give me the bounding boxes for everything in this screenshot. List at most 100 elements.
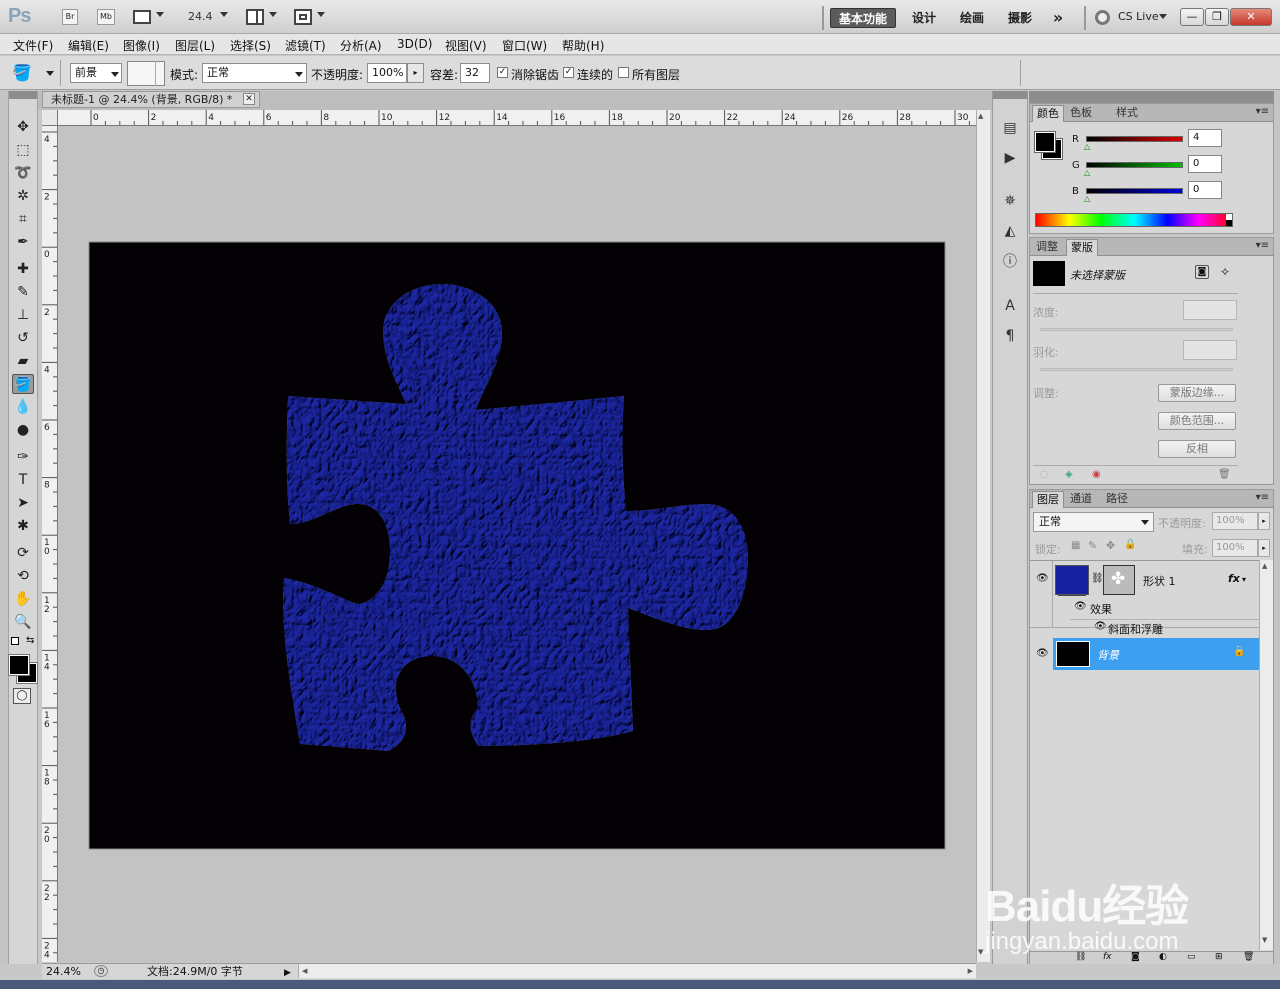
lasso-tool-icon[interactable]: ➰ bbox=[12, 163, 34, 183]
minimize-button[interactable]: — bbox=[1180, 8, 1204, 26]
blue-slider-thumb-icon[interactable]: △ bbox=[1084, 194, 1090, 203]
chevron-down-icon[interactable] bbox=[269, 12, 277, 17]
character-panel-icon[interactable]: A bbox=[1000, 297, 1020, 315]
tab-color[interactable]: 颜色 bbox=[1032, 105, 1064, 122]
disable-mask-icon[interactable]: ◉ bbox=[1092, 469, 1101, 480]
workspace-design-button[interactable]: 设计 bbox=[906, 8, 942, 28]
crop-tool-icon[interactable]: ⌗ bbox=[12, 209, 34, 229]
foreground-color-swatch[interactable] bbox=[8, 654, 30, 676]
scroll-down-arrow-icon[interactable]: ▼ bbox=[978, 948, 983, 956]
layer-opacity-slider-button[interactable]: ▸ bbox=[1258, 512, 1270, 530]
new-layer-icon[interactable]: ⊞ bbox=[1215, 952, 1223, 962]
custom-shape-tool-icon[interactable]: ✱ bbox=[12, 516, 34, 536]
red-slider-thumb-icon[interactable]: △ bbox=[1084, 142, 1090, 151]
chevron-down-icon[interactable] bbox=[46, 71, 54, 76]
vector-mask-icon[interactable]: ✧ bbox=[1220, 265, 1230, 279]
red-value-input[interactable]: 4 bbox=[1188, 129, 1222, 147]
tab-swatches[interactable]: 色板 bbox=[1066, 105, 1096, 122]
actions-panel-icon[interactable]: ▶ bbox=[1000, 149, 1020, 167]
workspace-painting-button[interactable]: 绘画 bbox=[954, 8, 990, 28]
lock-pixels-icon[interactable]: ✎ bbox=[1088, 539, 1097, 552]
dodge-tool-icon[interactable]: ● bbox=[12, 420, 34, 440]
panel-menu-icon[interactable]: ▾≡ bbox=[1256, 106, 1269, 117]
density-input[interactable] bbox=[1183, 300, 1237, 320]
menu-image[interactable]: 图像(I) bbox=[123, 37, 160, 54]
restore-button[interactable]: ❐ bbox=[1205, 8, 1229, 26]
move-tool-icon[interactable]: ✥ bbox=[12, 117, 34, 137]
paint-bucket-tool-icon[interactable]: 🪣 bbox=[12, 374, 34, 394]
layer-fill-slider-button[interactable]: ▸ bbox=[1258, 539, 1270, 557]
layer-fill-input[interactable]: 100% bbox=[1212, 539, 1258, 557]
workspace-photography-button[interactable]: 摄影 bbox=[1002, 8, 1038, 28]
history-brush-tool-icon[interactable]: ↺ bbox=[12, 328, 34, 348]
arrange-documents-icon[interactable] bbox=[246, 9, 264, 25]
view-extras-icon[interactable] bbox=[133, 10, 151, 24]
apply-mask-icon[interactable]: ◈ bbox=[1065, 469, 1073, 480]
chevron-down-icon[interactable] bbox=[317, 12, 325, 17]
cs-live-button[interactable]: CS Live bbox=[1118, 10, 1159, 23]
green-slider-thumb-icon[interactable]: △ bbox=[1084, 168, 1090, 177]
layers-scrollbar[interactable]: ▲ ▼ bbox=[1259, 560, 1273, 950]
green-slider[interactable] bbox=[1086, 162, 1183, 168]
eye-visibility-icon[interactable]: 👁 bbox=[1036, 648, 1049, 659]
delete-mask-icon[interactable]: 🗑 bbox=[1218, 469, 1231, 480]
chevron-down-icon[interactable] bbox=[220, 12, 228, 17]
load-selection-icon[interactable]: ◌ bbox=[1040, 469, 1049, 480]
3d-orbit-tool-icon[interactable]: ⟲ bbox=[12, 566, 34, 586]
default-colors-icon[interactable] bbox=[11, 637, 19, 645]
quick-selection-tool-icon[interactable]: ✲ bbox=[12, 186, 34, 206]
lock-transparency-icon[interactable]: ▦ bbox=[1071, 540, 1080, 551]
menu-layer[interactable]: 图层(L) bbox=[175, 37, 215, 54]
layer-effects-badge[interactable]: fx bbox=[1228, 572, 1240, 585]
eyedropper-tool-icon[interactable]: ✒ bbox=[12, 232, 34, 252]
quick-mask-icon[interactable]: ◯ bbox=[13, 688, 31, 704]
layer-thumbnail[interactable] bbox=[1056, 641, 1090, 667]
scroll-up-arrow-icon[interactable]: ▲ bbox=[978, 112, 983, 120]
mini-bridge-button[interactable]: Mb bbox=[97, 9, 115, 25]
spectrum-black-swatch[interactable] bbox=[1226, 220, 1232, 226]
ruler-origin[interactable] bbox=[42, 110, 58, 126]
tab-layers[interactable]: 图层 bbox=[1032, 491, 1064, 508]
feather-input[interactable] bbox=[1183, 340, 1237, 360]
all-layers-checkbox[interactable] bbox=[618, 67, 629, 78]
eraser-tool-icon[interactable]: ▰ bbox=[12, 351, 34, 371]
status-menu-arrow-icon[interactable]: ▶ bbox=[284, 966, 291, 980]
vertical-ruler[interactable]: 42024681012141618202224 bbox=[42, 126, 58, 962]
cs-live-icon[interactable] bbox=[1095, 10, 1110, 25]
info-panel-icon[interactable]: ⓘ bbox=[1000, 253, 1020, 271]
eye-visibility-icon[interactable]: 👁 bbox=[1036, 573, 1049, 584]
tab-adjustments[interactable]: 调整 bbox=[1032, 239, 1062, 256]
menu-help[interactable]: 帮助(H) bbox=[562, 37, 604, 54]
color-spectrum-ramp[interactable] bbox=[1035, 213, 1233, 227]
scroll-down-arrow-icon[interactable]: ▼ bbox=[1262, 936, 1267, 944]
menu-view[interactable]: 视图(V) bbox=[445, 37, 487, 54]
menu-select[interactable]: 选择(S) bbox=[230, 37, 271, 54]
tab-masks[interactable]: 蒙版 bbox=[1066, 239, 1098, 256]
layer-row-background[interactable]: 👁 背景 🔒 bbox=[1030, 638, 1259, 670]
opacity-slider-button[interactable]: ▸ bbox=[407, 63, 424, 83]
lock-position-icon[interactable]: ✥ bbox=[1106, 539, 1115, 552]
horizontal-ruler[interactable]: 0 2 4 6 8 10 12 14 16 18 20 22 24 26 28 30 bbox=[58, 110, 976, 126]
tab-channels[interactable]: 通道 bbox=[1066, 491, 1096, 508]
eye-visibility-icon[interactable]: 👁 bbox=[1094, 621, 1107, 632]
blur-tool-icon[interactable]: 💧 bbox=[12, 397, 34, 417]
chevron-down-icon[interactable]: ▾ bbox=[1242, 575, 1246, 584]
document-tab[interactable]: 未标题-1 @ 24.4% (背景, RGB/8) * ✕ bbox=[42, 91, 260, 108]
dock-header[interactable] bbox=[993, 91, 1027, 99]
path-selection-tool-icon[interactable]: ➤ bbox=[12, 493, 34, 513]
type-tool-icon[interactable]: T bbox=[12, 470, 34, 490]
new-group-icon[interactable]: ▭ bbox=[1187, 952, 1196, 962]
effect-row-bevel-emboss[interactable]: 👁 斜面和浮雕 bbox=[1030, 618, 1259, 637]
green-value-input[interactable]: 0 bbox=[1188, 155, 1222, 173]
close-button[interactable]: ✕ bbox=[1230, 8, 1272, 26]
swap-colors-icon[interactable]: ⇆ bbox=[26, 635, 34, 646]
antialias-checkbox[interactable]: ✓ bbox=[497, 67, 508, 78]
contiguous-checkbox[interactable]: ✓ bbox=[563, 67, 574, 78]
blue-value-input[interactable]: 0 bbox=[1188, 181, 1222, 199]
menu-file[interactable]: 文件(F) bbox=[13, 37, 53, 54]
eye-visibility-icon[interactable]: 👁 bbox=[1074, 601, 1087, 612]
horizontal-scrollbar[interactable]: ◀ ▶ bbox=[298, 964, 976, 978]
tools-panel-header[interactable] bbox=[9, 91, 37, 99]
paint-bucket-preset-icon[interactable]: 🪣 bbox=[12, 62, 32, 84]
mask-edge-button[interactable]: 蒙版边缘... bbox=[1158, 384, 1236, 402]
